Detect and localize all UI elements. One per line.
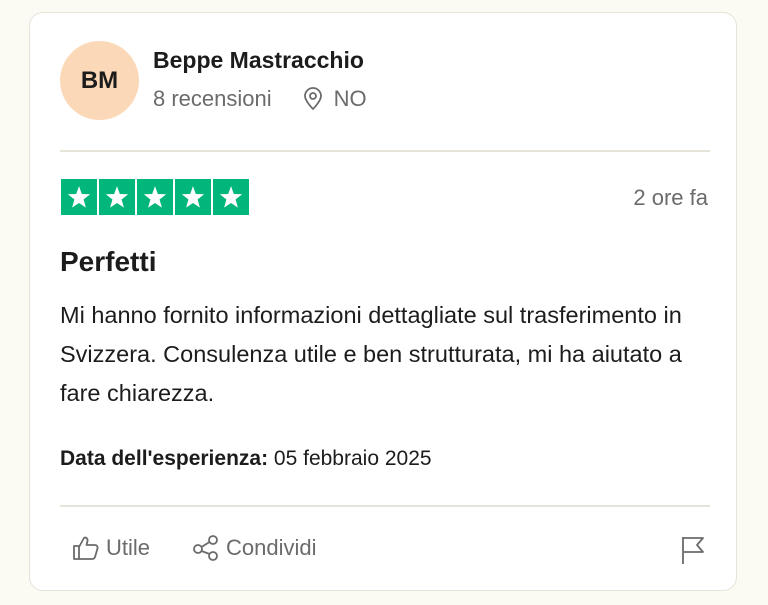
reviews-count: 8 recensioni [153, 86, 272, 111]
experience-date: Data dell'esperienza: 05 febbraio 2025 [60, 447, 432, 471]
review-card: BM Beppe Mastracchio 8 recensioni NO 2 o… [29, 12, 737, 591]
reviewer-meta: 8 recensioni NO [153, 86, 367, 112]
star-icon [61, 179, 97, 215]
report-button[interactable] [680, 535, 706, 570]
review-body: Mi hanno fornito informazioni dettagliat… [60, 302, 682, 406]
footer-divider [60, 505, 710, 507]
thumbs-up-icon [73, 536, 99, 560]
useful-label: Utile [106, 535, 151, 560]
location-pin-icon [303, 87, 322, 110]
useful-button[interactable]: Utile [72, 535, 150, 561]
reviewer-name[interactable]: Beppe Mastracchio [153, 47, 364, 74]
review-actions: Utile Condividi [72, 535, 359, 561]
star-icon [213, 179, 249, 215]
avatar[interactable]: BM [60, 41, 139, 120]
reviewer-location: NO [302, 86, 367, 112]
review-title: Perfetti [60, 246, 157, 277]
review-time: 2 ore fa [633, 185, 708, 210]
header-divider [60, 150, 710, 152]
reviewer-country: NO [333, 86, 367, 111]
star-rating [61, 179, 249, 215]
share-label: Condividi [226, 535, 317, 560]
flag-icon [682, 537, 704, 564]
star-icon [175, 179, 211, 215]
share-icon [193, 535, 218, 561]
star-icon [99, 179, 135, 215]
experience-date-label: Data dell'esperienza: [60, 447, 269, 470]
star-icon [137, 179, 173, 215]
experience-date-value: 05 febbraio 2025 [273, 447, 432, 470]
share-button[interactable]: Condividi [192, 535, 317, 561]
avatar-initials: BM [80, 66, 119, 94]
